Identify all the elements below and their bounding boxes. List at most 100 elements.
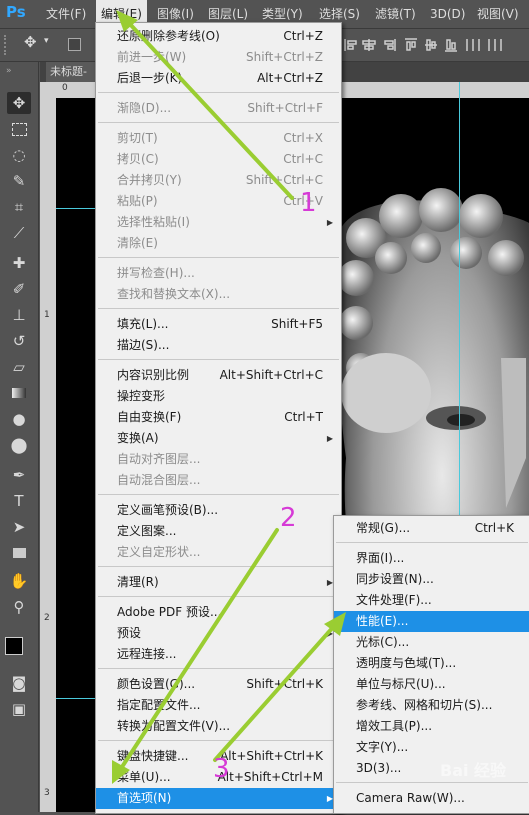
menu-item-purge[interactable]: 清理(R) ▶ <box>96 572 341 593</box>
menu-view[interactable]: 视图(V) <box>472 0 524 28</box>
menu-item-cut[interactable]: 剪切(T) Ctrl+X <box>96 128 341 149</box>
submenu-item-cursors[interactable]: 光标(C)... <box>334 632 529 653</box>
separator <box>98 122 339 123</box>
menu-file[interactable]: 文件(F) <box>41 0 91 28</box>
separator <box>336 782 528 783</box>
quick-select-icon[interactable]: ✎ <box>7 170 31 192</box>
move-tool-icon[interactable]: ✥ <box>24 33 37 51</box>
menu-item-define-shape[interactable]: 定义自定形状... <box>96 542 341 563</box>
submenu-item-type[interactable]: 文字(Y)... <box>334 737 529 758</box>
ruler-left: 1 2 3 <box>40 98 56 812</box>
quick-mask-icon[interactable]: ◙ <box>7 672 31 694</box>
crop-tool-icon[interactable]: ⌗ <box>7 196 31 218</box>
submenu-item-performance[interactable]: 性能(E)... <box>334 611 529 632</box>
separator <box>336 542 528 543</box>
align-buttons <box>343 37 513 53</box>
menu-item-copy[interactable]: 拷贝(C) Ctrl+C <box>96 149 341 170</box>
healing-brush-icon[interactable]: ✚ <box>7 252 31 274</box>
annotation-step-2: 2 <box>280 503 297 533</box>
menu-item-auto-align[interactable]: 自动对齐图层... <box>96 449 341 470</box>
stamp-tool-icon[interactable]: ⊥ <box>7 304 31 326</box>
separator <box>98 92 339 93</box>
type-tool-icon[interactable]: T <box>7 490 31 512</box>
separator <box>98 596 339 597</box>
menu-item-content-aware-scale[interactable]: 内容识别比例 Alt+Shift+Ctrl+C <box>96 365 341 386</box>
menu-item-free-transform[interactable]: 自由变换(F) Ctrl+T <box>96 407 341 428</box>
submenu-item-guides-grid[interactable]: 参考线、网格和切片(S)... <box>334 695 529 716</box>
ruler-left-label: 2 <box>44 613 50 623</box>
menu-item-remote-connections[interactable]: 远程连接... <box>96 644 341 665</box>
menu-item-step-forward[interactable]: 前进一步(W) Shift+Ctrl+Z <box>96 47 341 68</box>
marquee-tool-icon[interactable] <box>7 118 31 140</box>
submenu-item-file-handling[interactable]: 文件处理(F)... <box>334 590 529 611</box>
ruler-top-label: 0 <box>62 83 68 93</box>
submenu-item-units-rulers[interactable]: 单位与标尺(U)... <box>334 674 529 695</box>
guide-horizontal[interactable] <box>56 698 96 699</box>
submenu-item-interface[interactable]: 界面(I)... <box>334 548 529 569</box>
gradient-tool-icon[interactable] <box>7 382 31 404</box>
separator <box>98 359 339 360</box>
zoom-tool-icon[interactable]: ⚲ <box>7 596 31 618</box>
menu-item-define-brush[interactable]: 定义画笔预设(B)... <box>96 500 341 521</box>
foreground-color-swatch[interactable] <box>5 637 23 655</box>
watermark: Bai 经验 <box>440 761 507 780</box>
separator <box>98 494 339 495</box>
hand-tool-icon[interactable]: ✋ <box>7 570 31 592</box>
ruler-left-label: 1 <box>44 310 50 320</box>
annotation-step-1: 1 <box>300 188 317 218</box>
guide-horizontal[interactable] <box>56 208 96 209</box>
brush-tool-icon[interactable]: ✐ <box>7 278 31 300</box>
menu-3d[interactable]: 3D(D) <box>425 0 470 28</box>
document-tab[interactable]: 未标题- <box>46 62 96 82</box>
submenu-arrow-icon: ▶ <box>326 218 333 227</box>
menu-item-color-settings[interactable]: 颜色设置(G)... Shift+Ctrl+K <box>96 674 341 695</box>
menu-item-auto-blend[interactable]: 自动混合图层... <box>96 470 341 491</box>
menu-item-assign-profile[interactable]: 指定配置文件... <box>96 695 341 716</box>
menu-item-puppet-warp[interactable]: 操控变形 <box>96 386 341 407</box>
menu-item-spell-check[interactable]: 拼写检查(H)... <box>96 263 341 284</box>
move-tool-icon[interactable]: ✥ <box>7 92 31 114</box>
menu-item-clear[interactable]: 清除(E) <box>96 233 341 254</box>
menu-item-step-backward[interactable]: 后退一步(K) Alt+Ctrl+Z <box>96 68 341 89</box>
menu-item-convert-profile[interactable]: 转换为配置文件(V)... <box>96 716 341 737</box>
options-grip <box>4 35 20 55</box>
menu-item-transform[interactable]: 变换(A) ▶ <box>96 428 341 449</box>
separator <box>98 668 339 669</box>
align-icons[interactable] <box>343 37 513 53</box>
menu-filter[interactable]: 滤镜(T) <box>370 0 421 28</box>
shape-tool-icon[interactable] <box>7 542 31 564</box>
collapse-icon[interactable]: » <box>6 66 12 76</box>
separator <box>98 308 339 309</box>
submenu-item-plugins[interactable]: 增效工具(P)... <box>334 716 529 737</box>
menu-item-pdf-presets[interactable]: Adobe PDF 预设... <box>96 602 341 623</box>
separator <box>98 566 339 567</box>
menu-item-fade[interactable]: 渐隐(D)... Shift+Ctrl+F <box>96 98 341 119</box>
menu-item-find-replace[interactable]: 查找和替换文本(X)... <box>96 284 341 305</box>
lasso-tool-icon[interactable]: ◌ <box>7 144 31 166</box>
menu-item-undo[interactable]: 还原删除参考线(O) Ctrl+Z <box>96 26 341 47</box>
submenu-item-transparency[interactable]: 透明度与色域(T)... <box>334 653 529 674</box>
auto-select-checkbox[interactable] <box>68 38 81 51</box>
edit-menu: 还原删除参考线(O) Ctrl+Z 前进一步(W) Shift+Ctrl+Z 后退一… <box>95 22 342 814</box>
screen-mode-icon[interactable]: ▣ <box>7 698 31 720</box>
blur-tool-icon[interactable]: ● <box>7 408 31 430</box>
history-brush-icon[interactable]: ↺ <box>7 330 31 352</box>
separator <box>98 257 339 258</box>
menu-item-stroke[interactable]: 描边(S)... <box>96 335 341 356</box>
toolbox: » ✥ ◌ ✎ ⌗ ⟋ ✚ ✐ ⊥ ↺ ▱ ● ⬤ ✒ T ➤ ✋ ⚲ ◙ ▣ <box>0 62 39 812</box>
eyedropper-icon[interactable]: ⟋ <box>7 222 31 244</box>
path-select-icon[interactable]: ➤ <box>7 516 31 538</box>
dodge-tool-icon[interactable]: ⬤ <box>7 434 31 456</box>
pen-tool-icon[interactable]: ✒ <box>7 464 31 486</box>
chevron-down-icon[interactable]: ▾ <box>44 36 49 46</box>
menu-item-presets[interactable]: 预设 ▶ <box>96 623 341 644</box>
submenu-item-general[interactable]: 常规(G)... Ctrl+K <box>334 518 529 539</box>
menu-item-define-pattern[interactable]: 定义图案... <box>96 521 341 542</box>
submenu-arrow-icon: ▶ <box>326 434 333 443</box>
menu-item-fill[interactable]: 填充(L)... Shift+F5 <box>96 314 341 335</box>
submenu-item-sync-settings[interactable]: 同步设置(N)... <box>334 569 529 590</box>
submenu-item-camera-raw[interactable]: Camera Raw(W)... <box>334 788 529 809</box>
menu-item-preferences[interactable]: 首选项(N) ▶ <box>96 788 341 809</box>
ruler-left-label: 3 <box>44 788 50 798</box>
eraser-tool-icon[interactable]: ▱ <box>7 356 31 378</box>
